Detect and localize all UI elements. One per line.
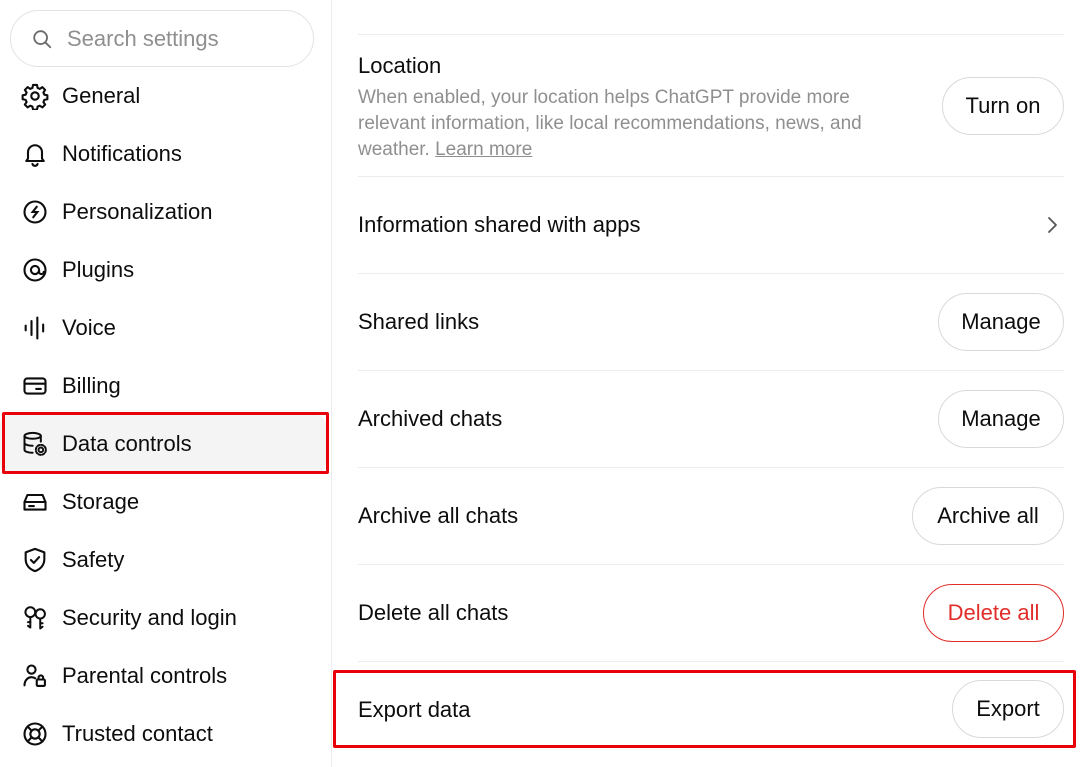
export-data-row: Export data Export — [358, 661, 1064, 758]
sidebar-item-personalization[interactable]: Personalization — [0, 183, 326, 241]
sidebar-item-safety[interactable]: Safety — [0, 531, 326, 589]
archive-all-row: Archive all chats Archive all — [358, 467, 1064, 564]
sidebar-item-label: Data controls — [62, 431, 192, 456]
shared-links-title: Shared links — [358, 309, 480, 334]
sidebar-item-parental-controls[interactable]: Parental controls — [0, 647, 326, 705]
settings-sidebar: General Notifications Personalization — [0, 0, 332, 767]
manage-shared-links-button[interactable]: Manage — [938, 293, 1064, 351]
delete-all-row: Delete all chats Delete all — [358, 564, 1064, 661]
export-button[interactable]: Export — [952, 680, 1064, 738]
export-data-title: Export data — [358, 697, 471, 722]
sidebar-item-general[interactable]: General — [0, 67, 326, 125]
storage-icon — [20, 487, 50, 517]
sidebar-item-label: Safety — [62, 547, 125, 572]
turn-on-button[interactable]: Turn on — [942, 77, 1064, 135]
plugins-icon — [20, 255, 50, 285]
archive-all-button[interactable]: Archive all — [912, 487, 1064, 545]
gear-icon — [20, 81, 50, 111]
sidebar-item-plugins[interactable]: Plugins — [0, 241, 326, 299]
learn-more-link[interactable]: Learn more — [435, 139, 532, 160]
sidebar-item-billing[interactable]: Billing — [0, 357, 326, 415]
info-shared-apps-title: Information shared with apps — [358, 212, 641, 237]
search-icon — [33, 29, 52, 48]
bell-icon — [20, 139, 50, 169]
personalization-icon — [20, 197, 50, 227]
location-title: Location — [358, 53, 442, 78]
settings-window: General Notifications Personalization — [0, 0, 1080, 767]
manage-archived-chats-button[interactable]: Manage — [938, 390, 1064, 448]
sidebar-item-data-controls[interactable]: Data controls — [0, 415, 326, 473]
info-shared-apps-row[interactable]: Information shared with apps — [358, 176, 1064, 273]
location-description: When enabled, your location helps ChatGP… — [358, 87, 862, 160]
sidebar-item-label: Voice — [62, 315, 116, 340]
sidebar-item-voice[interactable]: Voice — [0, 299, 326, 357]
shared-links-row: Shared links Manage — [358, 273, 1064, 370]
sidebar-item-label: Storage — [62, 489, 140, 514]
delete-all-button[interactable]: Delete all — [923, 584, 1064, 642]
settings-content: Location When enabled, your location hel… — [358, 0, 1064, 767]
delete-all-title: Delete all chats — [358, 600, 509, 625]
keys-icon — [20, 603, 50, 633]
sidebar-item-label: Parental controls — [62, 663, 228, 688]
archive-all-title: Archive all chats — [358, 503, 519, 528]
sidebar-item-storage[interactable]: Storage — [0, 473, 326, 531]
search-box[interactable] — [10, 10, 314, 67]
sidebar-item-label: Trusted contact — [62, 721, 213, 746]
chevron-right-icon — [1048, 217, 1057, 233]
sidebar-item-label: Security and login — [62, 605, 237, 630]
lifebuoy-icon — [20, 719, 50, 749]
sidebar-item-label: Billing — [62, 373, 121, 398]
search-input[interactable] — [67, 25, 297, 52]
sidebar-item-trusted-contact[interactable]: Trusted contact — [0, 705, 326, 763]
waveform-icon — [20, 313, 50, 343]
sidebar-item-label: Plugins — [62, 257, 135, 282]
shield-check-icon — [20, 545, 50, 575]
sidebar-item-label: General — [62, 83, 141, 108]
database-gear-icon — [20, 429, 50, 459]
archived-chats-row: Archived chats Manage — [358, 370, 1064, 467]
archived-chats-title: Archived chats — [358, 406, 503, 431]
credit-card-icon — [20, 371, 50, 401]
parental-icon — [20, 661, 50, 691]
location-row: Location When enabled, your location hel… — [358, 34, 1064, 176]
sidebar-item-security-login[interactable]: Security and login — [0, 589, 326, 647]
sidebar-item-label: Notifications — [62, 141, 182, 166]
sidebar-item-label: Personalization — [62, 199, 213, 224]
sidebar-item-notifications[interactable]: Notifications — [0, 125, 326, 183]
